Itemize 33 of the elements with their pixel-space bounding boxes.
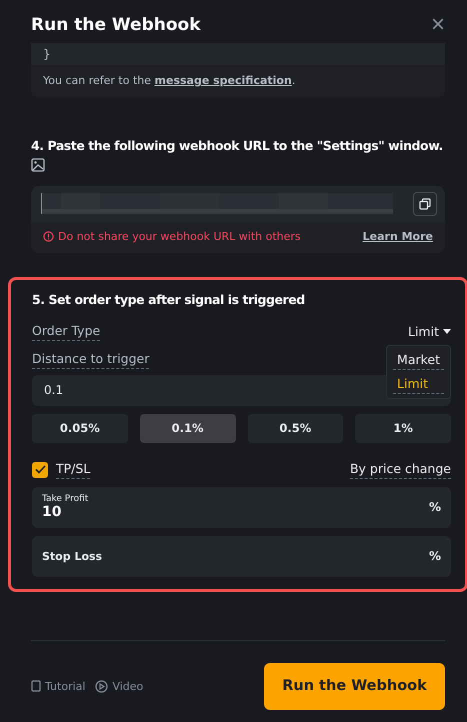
video-link[interactable]: Video [95,680,144,692]
menu-option[interactable]: Market [393,350,444,370]
stop-loss-field[interactable]: Stop Loss % [32,536,451,576]
caret-icon [443,328,451,334]
copy-button[interactable] [413,192,437,216]
image-icon[interactable] [31,158,45,172]
order-type-select[interactable]: Limit [408,324,451,339]
play-icon [95,680,108,692]
check-icon [34,465,46,474]
take-profit-field[interactable]: Take Profit 10 % [32,486,451,528]
reference-note: You can refer to the message specification. [42,73,296,89]
book-icon [31,680,41,692]
percent-preset[interactable]: 1% [355,414,451,442]
tutorial-link[interactable]: Tutorial [31,680,86,692]
distance-label: Distance to trigger [32,350,150,368]
menu-option[interactable]: Limit [393,374,444,394]
mode-selector[interactable]: By price change [350,460,451,478]
close-button[interactable]: × [430,12,445,36]
dialog-title: Run the Webhook [31,14,201,34]
percent-preset[interactable]: 0.05% [32,414,128,442]
percent-preset[interactable]: 0.5% [248,414,344,442]
step-heading: 4. Paste the following webhook URL to the "Settings" window. [31,138,444,154]
run-webhook-button[interactable]: Run the Webhook [264,662,445,710]
copy-icon [419,198,432,210]
specification-link[interactable]: message specification [154,74,292,87]
tpsl-checkbox[interactable] [32,462,48,478]
percent-preset[interactable]: 0.1% [140,414,236,442]
tpsl-label: TP/SL [56,460,90,478]
step-heading: 5. Set order type after signal is triggered [32,292,305,308]
warning-text: Do not share your webhook URL with others [58,230,301,244]
learn-more-link[interactable]: Learn More [362,230,433,244]
warning-icon [43,231,54,242]
order-type-label: Order Type [32,322,100,340]
